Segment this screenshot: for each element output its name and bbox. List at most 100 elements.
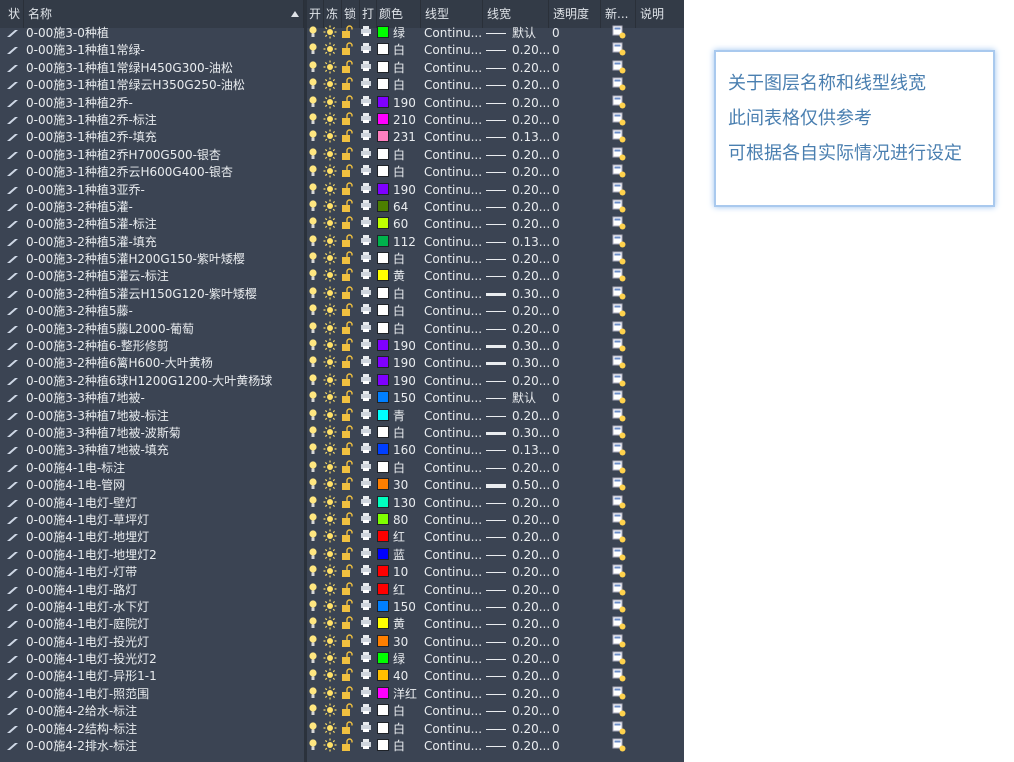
layer-status-icon[interactable] bbox=[6, 634, 22, 651]
layer-name[interactable]: 0-00施4-1电灯-路灯 bbox=[26, 582, 302, 599]
layer-lineweight[interactable]: 0.20... bbox=[486, 599, 550, 616]
printer-icon[interactable] bbox=[360, 721, 372, 738]
lightbulb-icon[interactable] bbox=[308, 460, 320, 477]
lightbulb-icon[interactable] bbox=[308, 268, 320, 285]
lightbulb-icon[interactable] bbox=[308, 355, 320, 372]
layer-row[interactable]: 0-00施3-1种植2乔-标注 210 Continu... 0.20... 0 bbox=[0, 112, 684, 129]
unlock-icon[interactable] bbox=[341, 129, 357, 146]
layer-color[interactable]: 190 bbox=[377, 182, 419, 199]
layer-name[interactable]: 0-00施3-2种植6球H1200G1200-大叶黄杨球 bbox=[26, 373, 302, 390]
sun-icon[interactable] bbox=[323, 338, 339, 355]
layer-linetype[interactable]: Continu... bbox=[424, 60, 484, 77]
new-vp-freeze-icon[interactable] bbox=[612, 477, 628, 494]
layer-name[interactable]: 0-00施4-1电-标注 bbox=[26, 460, 302, 477]
layer-name[interactable]: 0-00施3-3种植7地被-填充 bbox=[26, 442, 302, 459]
layer-linetype[interactable]: Continu... bbox=[424, 651, 484, 668]
printer-icon[interactable] bbox=[360, 547, 372, 564]
column-header-freeze[interactable]: 冻 bbox=[324, 0, 342, 28]
layer-row[interactable]: 0-00施3-2种植5藤- 白 Continu... 0.20... 0 bbox=[0, 303, 684, 320]
layer-status-icon[interactable] bbox=[6, 95, 22, 112]
new-vp-freeze-icon[interactable] bbox=[612, 599, 628, 616]
layer-linetype[interactable]: Continu... bbox=[424, 442, 484, 459]
layer-lineweight[interactable]: 0.20... bbox=[486, 460, 550, 477]
layer-row[interactable]: 0-00施3-1种植2乔-填充 231 Continu... 0.13... 0 bbox=[0, 129, 684, 146]
layer-transparency[interactable]: 0 bbox=[552, 738, 592, 755]
layer-transparency[interactable]: 0 bbox=[552, 564, 592, 581]
layer-linetype[interactable]: Continu... bbox=[424, 477, 484, 494]
sun-icon[interactable] bbox=[323, 199, 339, 216]
layer-name[interactable]: 0-00施3-1种植2乔H700G500-银杏 bbox=[26, 147, 302, 164]
layer-linetype[interactable]: Continu... bbox=[424, 495, 484, 512]
layer-lineweight[interactable]: 0.20... bbox=[486, 182, 550, 199]
sun-icon[interactable] bbox=[323, 321, 339, 338]
sun-icon[interactable] bbox=[323, 234, 339, 251]
unlock-icon[interactable] bbox=[341, 303, 357, 320]
layer-name[interactable]: 0-00施4-1电灯-水下灯 bbox=[26, 599, 302, 616]
layer-linetype[interactable]: Continu... bbox=[424, 529, 484, 546]
layer-name[interactable]: 0-00施3-1种植2乔-标注 bbox=[26, 112, 302, 129]
sun-icon[interactable] bbox=[323, 495, 339, 512]
printer-icon[interactable] bbox=[360, 147, 372, 164]
layer-color[interactable]: 白 bbox=[377, 147, 419, 164]
layer-row[interactable]: 0-00施4-2排水-标注 白 Continu... 0.20... 0 bbox=[0, 738, 684, 755]
layer-lineweight[interactable]: 0.20... bbox=[486, 738, 550, 755]
printer-icon[interactable] bbox=[360, 77, 372, 94]
layer-transparency[interactable]: 0 bbox=[552, 112, 592, 129]
layer-lineweight[interactable]: 0.20... bbox=[486, 373, 550, 390]
layer-name[interactable]: 0-00施3-1种植1常绿H450G300-油松 bbox=[26, 60, 302, 77]
layer-color[interactable]: 洋红 bbox=[377, 686, 419, 703]
layer-color[interactable]: 30 bbox=[377, 477, 419, 494]
printer-icon[interactable] bbox=[360, 564, 372, 581]
layer-transparency[interactable]: 0 bbox=[552, 686, 592, 703]
unlock-icon[interactable] bbox=[341, 390, 357, 407]
layer-transparency[interactable]: 0 bbox=[552, 286, 592, 303]
lightbulb-icon[interactable] bbox=[308, 164, 320, 181]
lightbulb-icon[interactable] bbox=[308, 668, 320, 685]
layer-name[interactable]: 0-00施3-3种植7地被- bbox=[26, 390, 302, 407]
new-vp-freeze-icon[interactable] bbox=[612, 512, 628, 529]
layer-color[interactable]: 绿 bbox=[377, 25, 419, 42]
layer-status-icon[interactable] bbox=[6, 112, 22, 129]
layer-name[interactable]: 0-00施4-1电灯-地埋灯 bbox=[26, 529, 302, 546]
layer-status-icon[interactable] bbox=[6, 251, 22, 268]
unlock-icon[interactable] bbox=[341, 320, 357, 338]
printer-icon[interactable] bbox=[360, 303, 372, 320]
printer-icon[interactable] bbox=[360, 529, 372, 546]
printer-icon[interactable] bbox=[360, 42, 372, 59]
lightbulb-icon[interactable] bbox=[308, 703, 320, 720]
layer-status-icon[interactable] bbox=[6, 529, 22, 546]
layer-linetype[interactable]: Continu... bbox=[424, 373, 484, 390]
new-vp-freeze-icon[interactable] bbox=[612, 390, 628, 407]
layer-lineweight[interactable]: 0.30... bbox=[486, 338, 550, 355]
printer-icon[interactable] bbox=[360, 355, 372, 372]
layer-status-icon[interactable] bbox=[6, 408, 22, 425]
layer-lineweight[interactable]: 0.20... bbox=[486, 616, 550, 633]
unlock-icon[interactable] bbox=[341, 268, 357, 285]
layer-linetype[interactable]: Continu... bbox=[424, 668, 484, 685]
layer-name[interactable]: 0-00施3-2种植5灌-标注 bbox=[26, 216, 302, 233]
unlock-icon[interactable] bbox=[341, 147, 357, 164]
layer-lineweight[interactable]: 0.20... bbox=[486, 408, 550, 425]
layer-transparency[interactable]: 0 bbox=[552, 477, 592, 494]
lightbulb-icon[interactable] bbox=[308, 182, 320, 199]
layer-linetype[interactable]: Continu... bbox=[424, 164, 484, 181]
sun-icon[interactable] bbox=[323, 303, 339, 320]
new-vp-freeze-icon[interactable] bbox=[612, 60, 628, 77]
unlock-icon[interactable] bbox=[341, 251, 357, 268]
new-vp-freeze-icon[interactable] bbox=[612, 616, 628, 633]
layer-status-icon[interactable] bbox=[6, 25, 22, 42]
lightbulb-icon[interactable] bbox=[308, 599, 320, 616]
layer-transparency[interactable]: 0 bbox=[552, 529, 592, 546]
new-vp-freeze-icon[interactable] bbox=[612, 147, 628, 164]
layer-name[interactable]: 0-00施3-1种植1常绿云H350G250-油松 bbox=[26, 77, 302, 94]
unlock-icon[interactable] bbox=[341, 425, 357, 442]
layer-name[interactable]: 0-00施3-0种植 bbox=[26, 25, 302, 42]
layer-lineweight[interactable]: 0.20... bbox=[486, 651, 550, 668]
layer-lineweight[interactable]: 0.13... bbox=[486, 129, 550, 146]
layer-name[interactable]: 0-00施4-1电灯-异形1-1 bbox=[26, 668, 302, 685]
layer-row[interactable]: 0-00施3-1种植2乔云H600G400-银杏 白 Continu... 0.20.… bbox=[0, 164, 684, 181]
layer-color[interactable]: 30 bbox=[377, 634, 419, 651]
new-vp-freeze-icon[interactable] bbox=[612, 199, 628, 216]
layer-color[interactable]: 白 bbox=[377, 164, 419, 181]
layer-name[interactable]: 0-00施4-2给水-标注 bbox=[26, 703, 302, 720]
